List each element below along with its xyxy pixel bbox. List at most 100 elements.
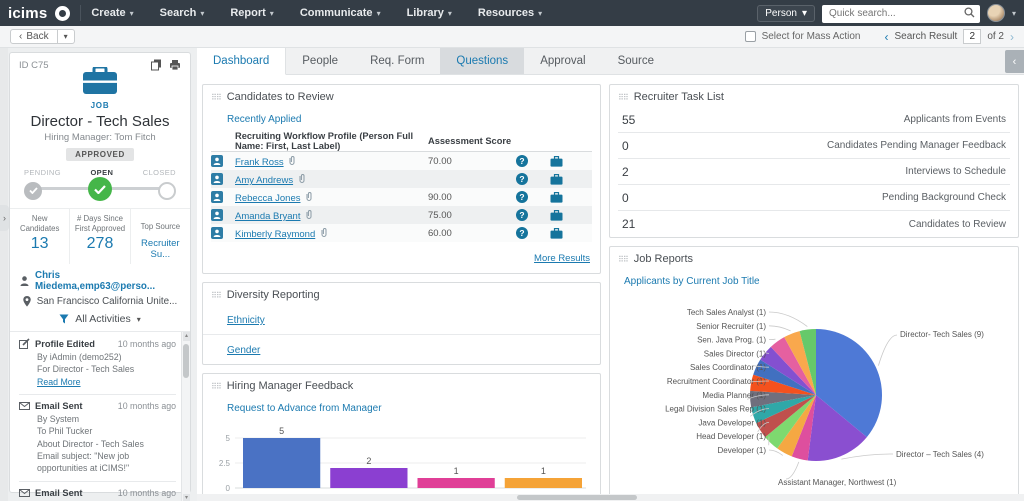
menu-communicate[interactable]: Communicate▾	[300, 7, 381, 19]
chevron-down-icon: ▾	[270, 9, 274, 18]
svg-text:Legal Division Sales Rep (1): Legal Division Sales Rep (1)	[665, 405, 766, 414]
ethnicity-link[interactable]: Ethnicity	[227, 315, 265, 326]
search-scope-dropdown[interactable]: Person▾	[757, 5, 815, 22]
briefcase-icon[interactable]	[550, 228, 563, 239]
back-dropdown-button[interactable]: ▾	[58, 29, 75, 44]
task-row[interactable]: 2 Interviews to Schedule	[618, 159, 1010, 185]
read-more-link[interactable]: Read More	[37, 377, 81, 387]
menu-resources[interactable]: Resources▾	[478, 7, 542, 19]
candidate-name-link[interactable]: Kimberly Raymond	[235, 229, 315, 240]
profile-card-icon[interactable]	[211, 155, 223, 167]
avatar[interactable]	[987, 4, 1005, 22]
top-source-link[interactable]: Recruiter Su...	[133, 238, 188, 260]
profile-card-icon[interactable]	[211, 209, 223, 221]
activity-item[interactable]: Email Sent 10 months ago By System To Ph…	[19, 401, 176, 482]
result-number-input[interactable]: 2	[963, 29, 981, 44]
svg-text:2.5: 2.5	[219, 459, 231, 468]
workflow-step-closed[interactable]	[158, 182, 176, 200]
feed-scrollbar[interactable]: ▴ ▾	[181, 332, 190, 501]
briefcase-icon[interactable]	[550, 174, 563, 185]
briefcase-icon[interactable]	[550, 156, 563, 167]
tab-questions[interactable]: Questions	[440, 48, 524, 74]
tab-approval[interactable]: Approval	[524, 48, 601, 74]
job-profile-card: ID C75 JOB Director - Tech Sales Hiring …	[9, 52, 191, 493]
job-title: Director - Tech Sales	[10, 113, 190, 130]
task-row[interactable]: 21 Candidates to Review	[618, 211, 1010, 237]
recently-applied-link[interactable]: Recently Applied	[227, 114, 302, 125]
menu-library[interactable]: Library▾	[407, 7, 452, 19]
collapse-panel-button[interactable]: ‹	[1005, 50, 1024, 73]
chevron-down-icon: ▾	[64, 32, 68, 41]
menu-search[interactable]: Search▾	[160, 7, 205, 19]
workflow-step-pending[interactable]	[24, 182, 42, 200]
svg-text:Assistant Manager, Northwest (: Assistant Manager, Northwest (1)	[778, 478, 897, 487]
profile-card-icon[interactable]	[211, 173, 223, 185]
sub-navigation: ‹Back ▾ Select for Mass Action ‹ Search …	[0, 26, 1024, 48]
candidate-name-link[interactable]: Amy Andrews	[235, 175, 293, 186]
search-icon[interactable]	[964, 7, 975, 18]
workflow-step-open[interactable]	[88, 177, 112, 201]
tab-people[interactable]: People	[286, 48, 354, 74]
briefcase-icon[interactable]	[550, 210, 563, 221]
scroll-down-icon[interactable]: ▾	[183, 494, 190, 501]
screening-question-icon[interactable]: ?	[516, 209, 528, 221]
activity-item[interactable]: Profile Edited 10 months ago By iAdmin (…	[19, 338, 176, 395]
menu-create[interactable]: Create▾	[91, 7, 133, 19]
svg-text:Director – Tech Sales (4): Director – Tech Sales (4)	[896, 450, 984, 459]
community-icon[interactable]	[55, 6, 70, 21]
next-result-icon[interactable]: ›	[1010, 31, 1014, 43]
drag-handle-icon[interactable]: ⠿⠿	[618, 93, 628, 102]
svg-text:0: 0	[226, 484, 231, 493]
paperclip-icon	[305, 210, 313, 219]
recruiter-link[interactable]: Chris Miedema,emp63@perso...	[35, 270, 180, 292]
scroll-up-icon[interactable]: ▴	[183, 332, 190, 341]
gender-link[interactable]: Gender	[227, 345, 260, 356]
more-results-link[interactable]: More Results	[534, 253, 590, 264]
print-icon[interactable]	[169, 59, 181, 71]
tab-dashboard[interactable]: Dashboard	[197, 48, 286, 75]
drag-handle-icon[interactable]: ⠿⠿	[618, 255, 628, 264]
task-row[interactable]: 0 Pending Background Check	[618, 185, 1010, 211]
task-row[interactable]: 55 Applicants from Events	[618, 107, 1010, 133]
task-row[interactable]: 0 Candidates Pending Manager Feedback	[618, 133, 1010, 159]
back-button[interactable]: ‹Back	[10, 29, 58, 44]
copy-icon[interactable]	[151, 59, 162, 71]
drag-handle-icon[interactable]: ⠿⠿	[211, 291, 221, 300]
screening-question-icon[interactable]: ?	[516, 155, 528, 167]
screening-question-icon[interactable]: ?	[516, 191, 528, 203]
tab-req-form[interactable]: Req. Form	[354, 48, 440, 74]
profile-card-icon[interactable]	[211, 227, 223, 239]
task-list-panel: ⠿⠿ Recruiter Task List 55 Applicants fro…	[609, 84, 1019, 238]
candidate-name-link[interactable]: Rebecca Jones	[235, 193, 300, 204]
menu-report[interactable]: Report▾	[230, 7, 273, 19]
panel-title: Hiring Manager Feedback	[227, 380, 354, 392]
drag-handle-icon[interactable]: ⠿⠿	[211, 93, 221, 102]
mass-action-checkbox[interactable]	[745, 31, 756, 42]
feedback-bar-chart: 02.555Advance – Great Fit2Advance – Qual…	[203, 420, 600, 501]
advance-report-link[interactable]: Request to Advance from Manager	[227, 403, 382, 414]
applicants-report-link[interactable]: Applicants by Current Job Title	[624, 276, 760, 287]
person-icon	[20, 276, 29, 286]
task-label: Candidates to Review	[909, 219, 1010, 230]
screening-question-icon[interactable]: ?	[516, 227, 528, 239]
record-type-label: JOB	[10, 101, 190, 110]
tab-source[interactable]: Source	[602, 48, 670, 74]
candidate-name-link[interactable]: Amanda Bryant	[235, 211, 300, 222]
stat-label: # Days Since First Approved	[72, 214, 127, 233]
panel-expand-handle[interactable]: ›	[0, 205, 9, 231]
svg-text:5: 5	[279, 426, 284, 436]
activity-item[interactable]: Email Sent 10 months ago By System To Pa…	[19, 488, 176, 501]
prev-result-icon[interactable]: ‹	[885, 31, 889, 43]
activities-filter[interactable]: All Activities ▾	[10, 313, 190, 325]
briefcase-icon[interactable]	[550, 192, 563, 203]
candidate-name-link[interactable]: Frank Ross	[235, 157, 284, 168]
screening-question-icon[interactable]: ?	[516, 173, 528, 185]
chevron-down-icon[interactable]: ▾	[1012, 9, 1016, 18]
result-total: of 2	[987, 31, 1004, 42]
profile-card-icon[interactable]	[211, 191, 223, 203]
horizontal-scrollbar[interactable]	[197, 494, 1024, 501]
new-candidates-count[interactable]: 13	[12, 235, 67, 253]
quick-search-input[interactable]	[822, 5, 980, 23]
table-row: Amanda Bryant 75.00 ?	[211, 206, 592, 224]
drag-handle-icon[interactable]: ⠿⠿	[211, 382, 221, 391]
